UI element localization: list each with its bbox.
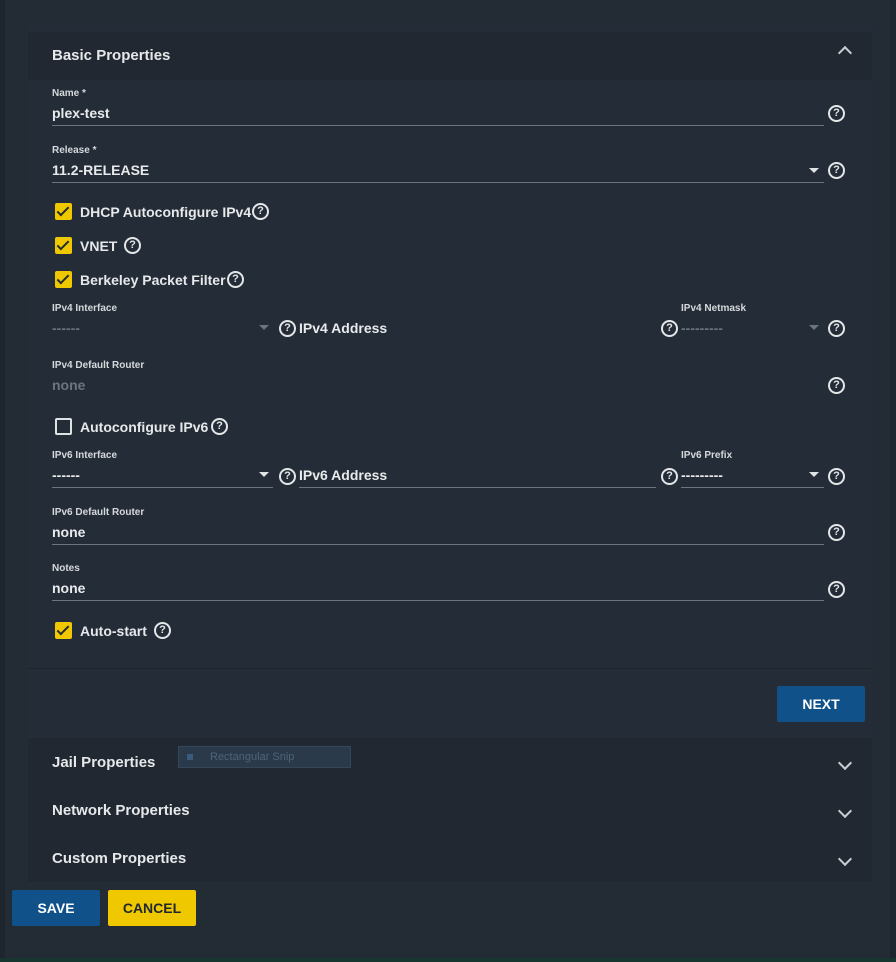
help-icon[interactable]: ? bbox=[211, 418, 228, 435]
name-input[interactable]: plex-test bbox=[52, 105, 110, 121]
help-icon[interactable]: ? bbox=[279, 468, 296, 485]
ipv4-router-input[interactable]: none bbox=[52, 377, 85, 393]
help-icon[interactable]: ? bbox=[227, 271, 244, 288]
vnet-label: VNET bbox=[80, 238, 118, 254]
next-button[interactable]: NEXT bbox=[777, 686, 865, 722]
ipv6-prefix-underline bbox=[681, 487, 824, 488]
help-icon[interactable]: ? bbox=[661, 468, 678, 485]
section-title-jail: Jail Properties bbox=[52, 754, 156, 771]
help-icon[interactable]: ? bbox=[828, 105, 845, 122]
section-title-basic: Basic Properties bbox=[52, 47, 171, 64]
ipv4-netmask-label: IPv4 Netmask bbox=[681, 303, 747, 314]
help-icon[interactable]: ? bbox=[828, 524, 845, 541]
ipv6-router-input[interactable]: none bbox=[52, 524, 85, 540]
snip-label: Rectangular Snip bbox=[210, 751, 295, 763]
ipv6-interface-label: IPv6 Interface bbox=[52, 450, 118, 461]
notes-input[interactable]: none bbox=[52, 580, 85, 596]
help-icon[interactable]: ? bbox=[252, 203, 269, 220]
ipv6-prefix-label: IPv6 Prefix bbox=[681, 450, 733, 461]
notes-label: Notes bbox=[52, 563, 80, 574]
dropdown-arrow-icon[interactable] bbox=[259, 472, 269, 477]
bpf-checkbox[interactable] bbox=[55, 271, 72, 288]
dhcp-label: DHCP Autoconfigure IPv4 bbox=[80, 204, 252, 220]
snip-overlay: Rectangular Snip bbox=[178, 746, 351, 768]
help-icon[interactable]: ? bbox=[828, 377, 845, 394]
ipv6-prefix-select[interactable]: --------- bbox=[681, 467, 723, 483]
autostart-label: Auto-start bbox=[80, 623, 147, 639]
ipv4-router-label: IPv4 Default Router bbox=[52, 360, 145, 371]
dropdown-arrow-icon[interactable] bbox=[259, 325, 269, 330]
ipv6-autoconfigure-label: Autoconfigure IPv6 bbox=[80, 419, 209, 435]
help-icon[interactable]: ? bbox=[124, 237, 141, 254]
save-button[interactable]: SAVE bbox=[12, 890, 100, 926]
ipv6-router-label: IPv6 Default Router bbox=[52, 507, 145, 518]
dhcp-checkbox[interactable] bbox=[55, 203, 72, 220]
release-label: Release * bbox=[52, 145, 97, 156]
dropdown-arrow-icon[interactable] bbox=[809, 168, 819, 173]
help-icon[interactable]: ? bbox=[279, 320, 296, 337]
name-label: Name * bbox=[52, 88, 86, 99]
ipv6-router-underline bbox=[52, 544, 824, 545]
ipv4-interface-select[interactable]: ------ bbox=[52, 320, 80, 336]
ipv6-interface-select[interactable]: ------ bbox=[52, 467, 80, 483]
help-icon[interactable]: ? bbox=[828, 162, 845, 179]
scrollbar-track[interactable] bbox=[890, 0, 896, 962]
help-icon[interactable]: ? bbox=[661, 320, 678, 337]
window-edge-left bbox=[0, 0, 5, 962]
bpf-label: Berkeley Packet Filter bbox=[80, 272, 226, 288]
ipv6-address-underline bbox=[299, 487, 656, 488]
help-icon[interactable]: ? bbox=[828, 581, 845, 598]
ipv6-interface-underline bbox=[52, 487, 273, 488]
name-underline bbox=[52, 125, 824, 126]
ipv4-address-input[interactable]: IPv4 Address bbox=[299, 320, 387, 336]
snip-icon bbox=[187, 754, 193, 760]
ipv4-netmask-select[interactable]: --------- bbox=[681, 320, 723, 336]
section-title-custom: Custom Properties bbox=[52, 850, 187, 867]
notes-underline bbox=[52, 600, 824, 601]
release-underline bbox=[52, 182, 824, 183]
ipv4-interface-label: IPv4 Interface bbox=[52, 303, 118, 314]
dropdown-arrow-icon[interactable] bbox=[809, 325, 819, 330]
taskbar-edge bbox=[0, 958, 896, 962]
autostart-checkbox[interactable] bbox=[55, 622, 72, 639]
section-title-network: Network Properties bbox=[52, 802, 190, 819]
help-icon[interactable]: ? bbox=[154, 622, 171, 639]
cancel-button[interactable]: CANCEL bbox=[108, 890, 196, 926]
help-icon[interactable]: ? bbox=[828, 320, 845, 337]
ipv6-address-input[interactable]: IPv6 Address bbox=[299, 467, 387, 483]
dropdown-arrow-icon[interactable] bbox=[809, 472, 819, 477]
section-divider bbox=[28, 668, 872, 669]
release-select[interactable]: 11.2-RELEASE bbox=[52, 162, 149, 178]
vnet-checkbox[interactable] bbox=[55, 237, 72, 254]
help-icon[interactable]: ? bbox=[828, 468, 845, 485]
ipv6-autoconfigure-checkbox[interactable] bbox=[55, 418, 72, 435]
